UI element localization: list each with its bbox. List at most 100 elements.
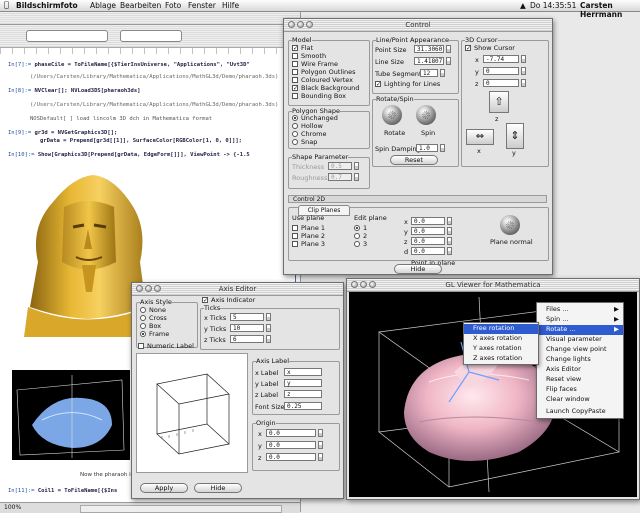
spin-damping-stepper[interactable] xyxy=(440,144,445,152)
clip-x-stepper[interactable] xyxy=(447,217,452,225)
submenu-y-axes-rotation[interactable]: Y axes rotation xyxy=(464,344,538,354)
menu-item-reset-view[interactable]: Reset view xyxy=(537,375,623,385)
rotate-trackball[interactable] xyxy=(382,105,402,125)
menubar-user[interactable]: Carsten Herrmann xyxy=(580,1,640,19)
z-label-field[interactable]: z xyxy=(284,390,322,398)
roughness-stepper[interactable] xyxy=(354,173,359,181)
menu-bearbeiten[interactable]: Bearbeiten xyxy=(120,1,161,10)
submenu-z-axes-rotation[interactable]: Z axes rotation xyxy=(464,354,538,364)
origin-z-stepper[interactable] xyxy=(318,453,323,461)
y-ticks-field[interactable]: 10 xyxy=(230,324,264,332)
nb-line[interactable]: NOSDefault[ ] load lincolm 3D dch in Mat… xyxy=(30,116,212,122)
font-size-field[interactable]: 0.25 xyxy=(284,402,322,410)
menu-item-change-lights[interactable]: Change lights xyxy=(537,355,623,365)
plane1-checkbox[interactable] xyxy=(292,225,298,231)
z-ticks-stepper[interactable] xyxy=(266,335,271,343)
clip-x-field[interactable]: 0.0 xyxy=(411,217,445,225)
spin-trackball[interactable] xyxy=(416,105,436,125)
axis-indicator-checkbox[interactable]: ✓ xyxy=(202,297,208,304)
nb-line[interactable]: In[9]:= gr3d = NVGetGraphics3D[]; xyxy=(8,130,117,136)
menu-foto[interactable]: Foto xyxy=(165,1,181,10)
cursor-y-field[interactable]: 0 xyxy=(483,67,519,75)
axis-hide-button[interactable]: Hide xyxy=(194,483,242,493)
clip-y-stepper[interactable] xyxy=(447,227,452,235)
line-size-field[interactable]: 1.41807 xyxy=(414,57,444,65)
clip-d-field[interactable]: 0.0 xyxy=(411,247,445,255)
edit-plane1-radio[interactable] xyxy=(354,225,360,231)
origin-x-field[interactable]: 0.0 xyxy=(266,429,316,437)
x-ticks-field[interactable]: 5 xyxy=(230,313,264,321)
control-2d-disclosure[interactable]: Control 2D xyxy=(288,195,547,203)
thickness-stepper[interactable] xyxy=(354,162,359,170)
menu-item-launch-copypaste[interactable]: Launch CopyPaste xyxy=(537,407,623,417)
menu-item-rotate[interactable]: Rotate ... ▶ xyxy=(537,325,623,335)
apply-button[interactable]: Apply xyxy=(140,483,188,493)
z-ticks-field[interactable]: 6 xyxy=(230,335,264,343)
menu-item-change-view-point[interactable]: Change view point xyxy=(537,345,623,355)
apple-menu-icon[interactable]:  xyxy=(4,0,9,9)
menubar-clock[interactable]: Do 14:35:51 xyxy=(530,1,576,10)
edit-plane3-radio[interactable] xyxy=(354,241,360,247)
roughness-field[interactable]: 0.7 xyxy=(328,173,352,181)
edit-plane2-radio[interactable] xyxy=(354,233,360,239)
nb-line[interactable]: In[11]:= Coil1 = ToFileName[{$Ins xyxy=(8,488,117,494)
line-size-stepper[interactable] xyxy=(446,57,451,65)
hollow-radio[interactable] xyxy=(292,123,298,129)
menu-item-spin[interactable]: Spin ... ▶ xyxy=(537,315,623,325)
cursor-x-stepper[interactable] xyxy=(521,55,526,63)
clip-z-field[interactable]: 0.0 xyxy=(411,237,445,245)
cursor-z-stepper[interactable] xyxy=(521,79,526,87)
axis-editor-title-bar[interactable]: Axis Editor xyxy=(132,283,343,296)
nb-line[interactable]: In[7]:= phaseCile = ToFileName[{$TierIns… xyxy=(8,62,250,68)
nb-line[interactable]: grData = Prepend[gr3d[[1]], SurfaceColor… xyxy=(40,138,242,144)
nb-line[interactable]: (/Users/Carsten/Library/Mathematica/Appl… xyxy=(30,102,278,108)
graphic-preview[interactable] xyxy=(12,370,130,460)
lighting-lines-checkbox[interactable]: ✓ xyxy=(375,81,381,88)
spin-damping-field[interactable]: 1.0 xyxy=(416,144,438,152)
cursor-x-field[interactable]: -7.74 xyxy=(483,55,519,63)
point-size-field[interactable]: 31.3060 xyxy=(414,45,444,53)
style-none-radio[interactable] xyxy=(140,307,146,313)
reset-button[interactable]: Reset xyxy=(390,155,438,165)
black-background-checkbox[interactable]: ✓ xyxy=(292,85,298,92)
cursor-up-arrow-icon[interactable]: ⇧ xyxy=(489,91,509,113)
thickness-field[interactable]: 0.5 xyxy=(328,162,352,170)
menu-item-clear-window[interactable]: Clear window xyxy=(537,395,623,405)
cursor-z-field[interactable]: 0 xyxy=(483,79,519,87)
y-ticks-stepper[interactable] xyxy=(266,324,271,332)
nb-line[interactable]: (/Users/Carsten/Library/Mathematica/Appl… xyxy=(30,74,278,80)
x-label-field[interactable]: x xyxy=(284,368,322,376)
origin-x-stepper[interactable] xyxy=(318,429,323,437)
flat-checkbox[interactable]: ✓ xyxy=(292,45,298,52)
font-popup[interactable] xyxy=(120,30,182,42)
menu-app-name[interactable]: Bildschirmfoto xyxy=(16,1,78,10)
origin-y-stepper[interactable] xyxy=(318,441,323,449)
plane2-checkbox[interactable] xyxy=(292,233,298,239)
control-title-bar[interactable]: Control xyxy=(284,19,552,32)
bounding-box-checkbox[interactable] xyxy=(292,93,298,99)
tube-segments-field[interactable]: 12 xyxy=(420,69,438,77)
origin-z-field[interactable]: 0.0 xyxy=(266,453,316,461)
menu-item-visual-parameter[interactable]: Visual parameter xyxy=(537,335,623,345)
clip-d-stepper[interactable] xyxy=(447,247,452,255)
polygon-outlines-checkbox[interactable] xyxy=(292,69,298,75)
x-ticks-stepper[interactable] xyxy=(266,313,271,321)
coloured-vertex-checkbox[interactable] xyxy=(292,77,298,83)
menu-item-files[interactable]: Files ... ▶ xyxy=(537,305,623,315)
style-box-radio[interactable] xyxy=(140,323,146,329)
submenu-free-rotation[interactable]: Free rotation xyxy=(464,324,538,334)
y-label-field[interactable]: y xyxy=(284,379,322,387)
chrome-radio[interactable] xyxy=(292,131,298,137)
numeric-label-checkbox[interactable] xyxy=(138,343,144,349)
submenu-x-axes-rotation[interactable]: X axes rotation xyxy=(464,334,538,344)
style-frame-radio[interactable] xyxy=(140,331,146,337)
clip-y-field[interactable]: 0.0 xyxy=(411,227,445,235)
cursor-up-down-icon[interactable]: ⇕ xyxy=(506,123,524,149)
plane3-checkbox[interactable] xyxy=(292,241,298,247)
menu-item-axis-editor[interactable]: Axis Editor xyxy=(537,365,623,375)
unchanged-radio[interactable] xyxy=(292,115,298,121)
control-hide-button[interactable]: Hide xyxy=(394,264,442,274)
nb-line[interactable]: In[8]:= NVClear[]; NVLoad3DS[pharaoh3ds] xyxy=(8,88,140,94)
volume-icon[interactable]: ▲ xyxy=(520,1,526,10)
clip-z-stepper[interactable] xyxy=(447,237,452,245)
